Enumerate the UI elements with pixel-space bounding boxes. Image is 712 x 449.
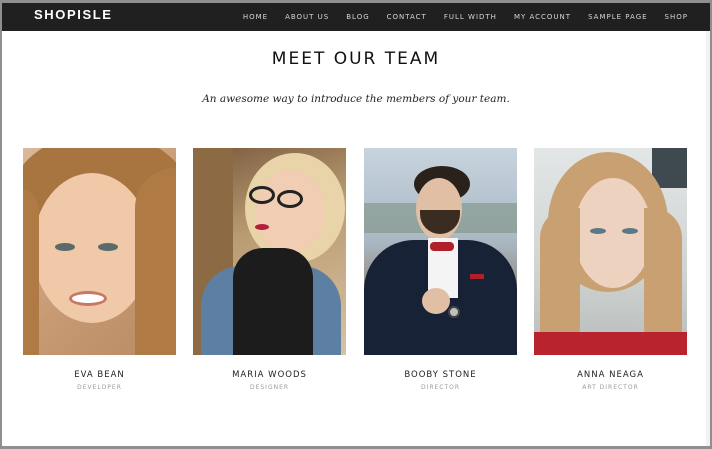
page: SHOPISLE HOME ABOUT US BLOG CONTACT FULL… bbox=[2, 3, 710, 446]
nav-blog[interactable]: BLOG bbox=[346, 13, 369, 21]
nav-sample-page[interactable]: SAMPLE PAGE bbox=[588, 13, 647, 21]
section-title: MEET OUR TEAM bbox=[271, 49, 441, 69]
team-member-card: BOOBY STONE DIRECTOR bbox=[364, 148, 517, 391]
nav-shop[interactable]: SHOP bbox=[665, 13, 688, 21]
team-member-card: MARIA WOODS DESIGNER bbox=[193, 148, 346, 391]
member-role: DIRECTOR bbox=[420, 384, 461, 391]
member-name: MARIA WOODS bbox=[232, 370, 307, 380]
team-member-card: EVA BEAN DEVELOPER bbox=[23, 148, 176, 391]
nav-home[interactable]: HOME bbox=[243, 13, 268, 21]
main-nav: HOME ABOUT US BLOG CONTACT FULL WIDTH MY… bbox=[226, 3, 688, 31]
team-member-card: ANNA NEAGA ART DIRECTOR bbox=[534, 148, 687, 391]
member-photo bbox=[364, 148, 517, 355]
member-name: EVA BEAN bbox=[74, 370, 125, 380]
nav-about-us[interactable]: ABOUT US bbox=[285, 13, 329, 21]
member-photo bbox=[23, 148, 176, 355]
browser-frame: SHOPISLE HOME ABOUT US BLOG CONTACT FULL… bbox=[0, 0, 712, 449]
member-photo bbox=[534, 148, 687, 355]
section-subtitle: An awesome way to introduce the members … bbox=[202, 93, 510, 105]
member-name: BOOBY STONE bbox=[404, 370, 477, 380]
member-role: ART DIRECTOR bbox=[582, 384, 639, 391]
page-scrollbar[interactable] bbox=[706, 31, 710, 446]
top-navbar: SHOPISLE HOME ABOUT US BLOG CONTACT FULL… bbox=[2, 3, 710, 31]
site-logo[interactable]: SHOPISLE bbox=[34, 7, 113, 22]
nav-contact[interactable]: CONTACT bbox=[387, 13, 427, 21]
member-name: ANNA NEAGA bbox=[577, 370, 644, 380]
member-photo bbox=[193, 148, 346, 355]
nav-my-account[interactable]: MY ACCOUNT bbox=[514, 13, 571, 21]
member-role: DEVELOPER bbox=[77, 384, 122, 391]
nav-full-width[interactable]: FULL WIDTH bbox=[444, 13, 497, 21]
member-role: DESIGNER bbox=[249, 384, 290, 391]
